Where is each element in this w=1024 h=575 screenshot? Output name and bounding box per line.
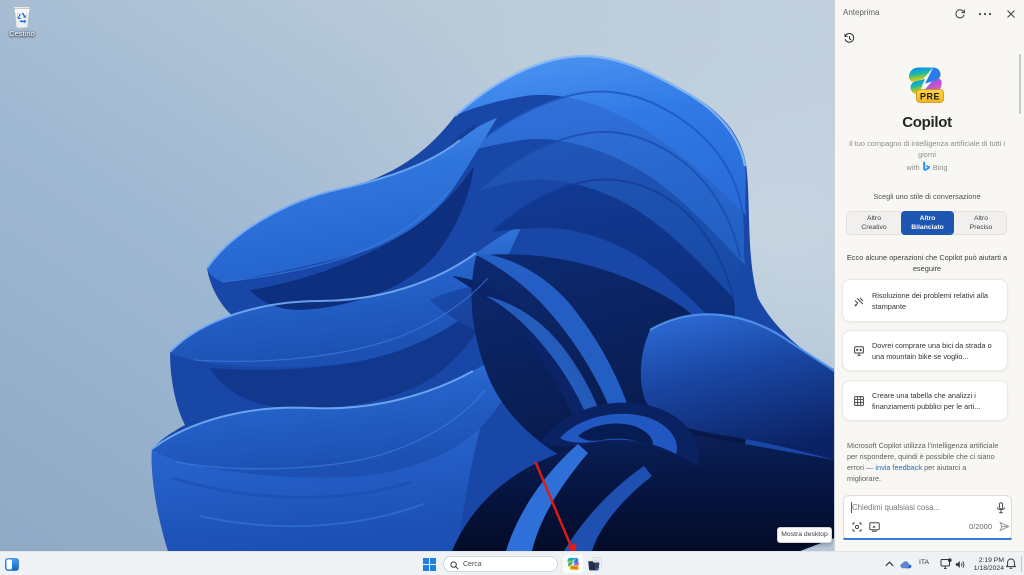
svg-text:PRE: PRE xyxy=(920,92,940,102)
svg-text:PRE: PRE xyxy=(571,566,577,570)
